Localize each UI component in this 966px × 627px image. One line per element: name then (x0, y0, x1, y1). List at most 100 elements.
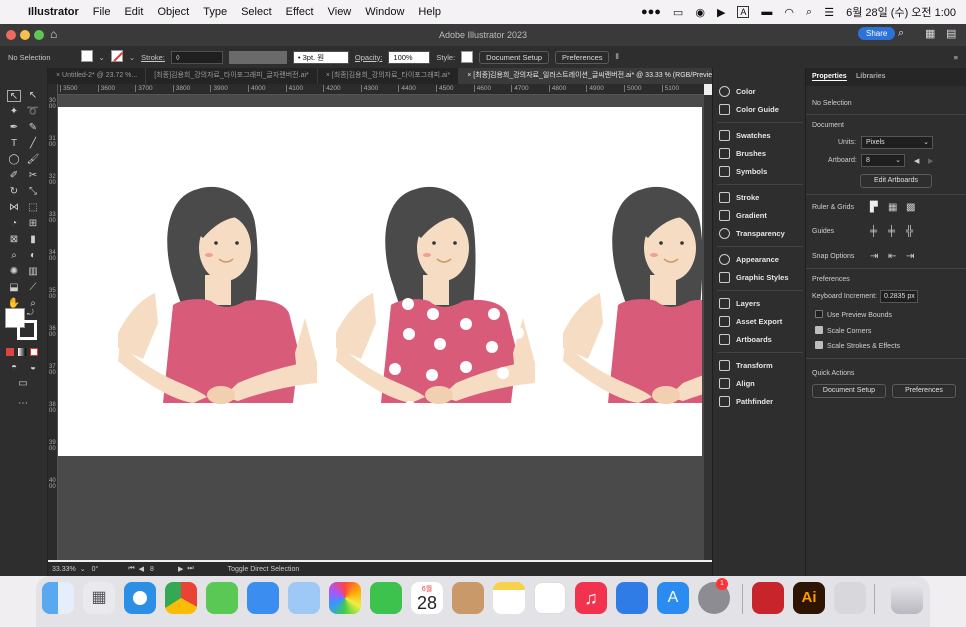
pen-tool-icon[interactable]: ✒ (7, 122, 21, 134)
vertical-scrollbar[interactable] (704, 95, 712, 560)
input-source-icon[interactable]: A (737, 6, 750, 18)
next-artboard-arrow-icon[interactable]: ▶ (928, 157, 933, 165)
finder-icon[interactable] (42, 582, 74, 614)
panel-align[interactable]: Align (719, 376, 755, 390)
paintbrush-tool-icon[interactable]: 🖌 (26, 154, 40, 166)
menu-app-name[interactable]: Illustrator (28, 6, 79, 18)
panel-appearance[interactable]: Appearance (719, 252, 779, 266)
keynote-icon[interactable] (616, 582, 648, 614)
direct-selection-tool-icon[interactable]: ↖ (26, 90, 40, 102)
lasso-tool-icon[interactable]: ➰ (26, 106, 40, 118)
scale-corners-checkbox[interactable]: Scale Corners (815, 326, 871, 335)
tab-typography-letter[interactable]: [최종]김용희_강의자료_타이포그래피_글자랜버전.ai* (146, 68, 318, 84)
photos-icon[interactable] (329, 582, 361, 614)
panel-color-guide[interactable]: Color Guide (719, 102, 779, 116)
first-artboard-icon[interactable]: ⏮ (128, 565, 134, 573)
transparency-grid-icon[interactable]: ▩ (906, 202, 915, 213)
preferences-quick-button[interactable]: Preferences (892, 384, 956, 398)
facetime-icon[interactable] (370, 582, 402, 614)
menu-effect[interactable]: Effect (286, 6, 314, 18)
mesh-tool-icon[interactable]: ⊠ (7, 234, 21, 246)
notes-icon[interactable] (493, 582, 525, 614)
artboard-number-field[interactable]: 8 (150, 566, 154, 573)
safari-icon[interactable] (124, 582, 156, 614)
last-artboard-icon[interactable]: ⏭ (187, 565, 193, 573)
stroke-weight-field[interactable]: ◊ (170, 50, 223, 64)
panel-color[interactable]: Color (719, 84, 756, 98)
rotation-field[interactable]: 0° (92, 566, 99, 573)
keyboard-increment-field[interactable]: 0.2835 px (880, 290, 918, 303)
shaper-tool-icon[interactable]: ✐ (7, 170, 21, 182)
type-tool-icon[interactable]: T (7, 138, 21, 150)
snap-to-point-icon[interactable]: ⇥ (870, 251, 878, 262)
panel-brushes[interactable]: Brushes (719, 146, 766, 160)
stroke-label[interactable]: Stroke: (141, 53, 165, 62)
app-store-icon[interactable]: A (657, 582, 689, 614)
maps-icon[interactable] (288, 582, 320, 614)
draw-behind-icon[interactable]: ◒ (26, 362, 40, 374)
panel-transparency[interactable]: Transparency (719, 226, 785, 240)
edit-artboards-button[interactable]: Edit Artboards (860, 174, 932, 188)
arrange-documents-icon[interactable]: ▦ (925, 27, 935, 40)
contacts-icon[interactable] (452, 582, 484, 614)
menubar-clock[interactable]: 6월 28일 (수) 오전 1:00 (846, 4, 956, 20)
acrobat-icon[interactable] (752, 582, 784, 614)
artboard-tool-icon[interactable]: ⬓ (7, 282, 21, 294)
snap-to-pixel-icon[interactable]: ⇥ (906, 251, 914, 262)
creative-cloud-icon[interactable]: ◉ (695, 6, 705, 19)
show-rulers-icon[interactable]: ▛ (870, 202, 878, 213)
panel-pathfinder[interactable]: Pathfinder (719, 394, 773, 408)
screen-mode-icon[interactable]: ▭ (16, 378, 30, 390)
lock-guides-icon[interactable]: ╪ (888, 226, 895, 237)
zoom-dropdown-icon[interactable]: ⌄ (80, 565, 86, 573)
fill-swatch[interactable] (80, 50, 93, 64)
trash-icon[interactable] (891, 582, 923, 614)
tab-illustration[interactable]: × [최종]김용희_강의자료_일러스트레이션_글씨랜버전.ai* @ 33.33… (459, 68, 729, 84)
chrome-icon[interactable] (165, 582, 197, 614)
menu-edit[interactable]: Edit (124, 6, 143, 18)
panel-swatches[interactable]: Swatches (719, 128, 771, 142)
tab-properties[interactable]: Properties (812, 73, 847, 81)
none-mode-icon[interactable] (30, 348, 38, 356)
curvature-tool-icon[interactable]: ✎ (26, 122, 40, 134)
menu-object[interactable]: Object (157, 6, 189, 18)
document-setup-quick-button[interactable]: Document Setup (812, 384, 886, 398)
opacity-field[interactable]: 100% (388, 50, 431, 64)
column-graph-tool-icon[interactable]: ▥ (26, 266, 40, 278)
panel-transform[interactable]: Transform (719, 358, 773, 372)
workspace-icon[interactable]: ▤ (946, 27, 956, 40)
status-dots-icon[interactable]: ●●● (641, 6, 661, 18)
share-button[interactable]: Share (858, 27, 896, 40)
music-icon[interactable]: ♫ (575, 582, 607, 614)
control-center-icon[interactable]: ☰ (824, 6, 834, 19)
stroke-swatch[interactable] (110, 50, 123, 64)
calendar-icon[interactable]: 6월 28 (411, 582, 443, 614)
draw-normal-icon[interactable]: ◓ (7, 362, 21, 374)
shape-builder-tool-icon[interactable]: ◔ (7, 218, 21, 230)
smart-guides-icon[interactable]: ╬ (906, 226, 913, 237)
selection-tool-icon[interactable]: ↖ (7, 90, 21, 102)
tab-untitled-2[interactable]: × Untitled-2* @ 23.72 %... (48, 68, 147, 84)
font-book-icon[interactable] (834, 582, 866, 614)
vertical-ruler[interactable]: 3000 3100 3200 3300 3400 3500 3600 3700 3800 3900… (48, 84, 58, 560)
menu-window[interactable]: Window (365, 6, 404, 18)
menu-select[interactable]: Select (241, 6, 272, 18)
stroke-color-box[interactable] (17, 320, 37, 340)
opacity-label[interactable]: Opacity: (355, 53, 383, 62)
panel-graphic-styles[interactable]: Graphic Styles (719, 270, 789, 284)
artboard[interactable]: .shirt{fill:#d85b7a} (58, 107, 702, 456)
panel-stroke[interactable]: Stroke (719, 190, 759, 204)
magic-wand-tool-icon[interactable]: ✦ (7, 106, 21, 118)
show-guides-icon[interactable]: ╪ (870, 226, 877, 237)
blend-tool-icon[interactable]: ◐ (26, 250, 40, 262)
panel-artboards[interactable]: Artboards (719, 332, 772, 346)
gradient-tool-icon[interactable]: ▮ (26, 234, 40, 246)
brush-definition-dropdown[interactable]: • 3pt. 원 (292, 50, 349, 64)
panel-symbols[interactable]: Symbols (719, 164, 767, 178)
prev-artboard-icon[interactable]: ◀ (139, 565, 144, 573)
eyedropper-tool-icon[interactable]: ⌕ (7, 250, 21, 262)
symbol-sprayer-tool-icon[interactable]: ✺ (7, 266, 21, 278)
freeform-icon[interactable] (534, 582, 566, 614)
graphic-style-swatch[interactable] (461, 51, 474, 63)
next-artboard-icon[interactable]: ▶ (178, 565, 183, 573)
